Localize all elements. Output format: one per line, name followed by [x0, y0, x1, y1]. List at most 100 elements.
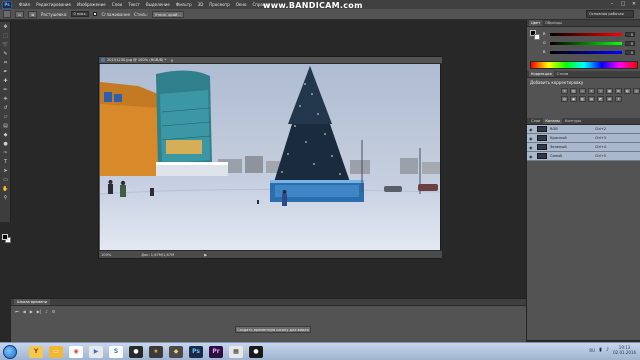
menu-3d[interactable]: 3D [195, 2, 207, 7]
blue-value[interactable]: 0 [625, 49, 635, 55]
close-icon[interactable]: ✕ [630, 1, 638, 7]
media-player-icon[interactable]: ● [129, 345, 143, 358]
eye-icon[interactable]: ◉ [529, 154, 534, 159]
shape-tool-icon[interactable]: ▭ [1, 176, 10, 184]
menu-layers[interactable]: Слои [109, 2, 125, 7]
tool-preset-icon[interactable] [3, 10, 11, 18]
yandex-icon[interactable]: Y [29, 345, 43, 358]
eye-icon[interactable]: ◉ [529, 145, 534, 150]
image-canvas[interactable] [100, 64, 440, 252]
selection-mode-add[interactable]: ⧉ [28, 10, 37, 18]
menu-text[interactable]: Текст [125, 2, 143, 7]
red-slider[interactable] [550, 32, 622, 36]
dodge-tool-icon[interactable]: ● [1, 140, 10, 148]
settings-icon[interactable]: ⚙ [52, 309, 56, 314]
gradient-tool-icon[interactable]: ▤ [1, 122, 10, 130]
eyedropper-tool-icon[interactable]: ✒ [1, 68, 10, 76]
invert-icon[interactable]: ◧ [579, 96, 586, 102]
chrome-icon[interactable]: ◉ [69, 345, 83, 358]
levels-icon[interactable]: ▥ [570, 88, 577, 94]
brightness-icon[interactable]: ☀ [561, 88, 568, 94]
green-slider[interactable] [550, 41, 622, 45]
gradient-map-icon[interactable]: ▬ [606, 96, 613, 102]
hue-saturation-icon[interactable]: ▦ [606, 88, 613, 94]
posterize-icon[interactable]: ▤ [588, 96, 595, 102]
explorer-icon[interactable]: ▭ [49, 345, 63, 358]
language-indicator[interactable]: RU [589, 348, 595, 353]
tab-color[interactable]: Цвет [529, 20, 543, 26]
stamp-tool-icon[interactable]: ⎈ [1, 95, 10, 103]
green-value[interactable]: 0 [625, 40, 635, 46]
channel-mixer-icon[interactable]: ◍ [561, 96, 568, 102]
feather-input[interactable]: 0 пикс. [71, 11, 90, 17]
brush-tool-icon[interactable]: ✏ [1, 86, 10, 94]
lasso-tool-icon[interactable]: ➰ [1, 41, 10, 49]
tab-paths[interactable]: Контуры [563, 118, 583, 124]
type-tool-icon[interactable]: T [1, 158, 10, 166]
zoom-level[interactable]: 100% [101, 253, 111, 257]
move-tool-icon[interactable]: ✥ [1, 23, 10, 31]
network-icon[interactable]: ▮ [599, 347, 602, 353]
black-white-icon[interactable]: ◐ [624, 88, 631, 94]
volume-icon[interactable]: ♪ [606, 347, 609, 353]
tab-layers[interactable]: Слои [529, 118, 542, 124]
bandicam-icon[interactable]: ● [249, 345, 263, 358]
eye-icon[interactable]: ◉ [529, 136, 534, 141]
app-icon[interactable]: ▦ [229, 345, 243, 358]
menu-filter[interactable]: Фильтр [173, 2, 195, 7]
selective-color-icon[interactable]: ✦ [615, 96, 622, 102]
eye-icon[interactable]: ◉ [529, 127, 534, 132]
quick-select-tool-icon[interactable]: ✎ [1, 50, 10, 58]
tab-styles[interactable]: Стили [555, 71, 571, 77]
selection-mode-new[interactable]: ▭ [15, 10, 25, 18]
status-arrow-icon[interactable]: ▶ [204, 253, 207, 257]
tab-timeline[interactable]: Шкала времени [14, 299, 51, 305]
tab-channels[interactable]: Каналы [543, 118, 562, 124]
go-first-frame-icon[interactable]: ⏮ [15, 309, 19, 314]
tab-adjustments[interactable]: Коррекция [529, 71, 554, 77]
blue-slider[interactable] [550, 50, 622, 54]
menu-edit[interactable]: Редактирование [33, 2, 74, 7]
close-document-icon[interactable]: × [170, 58, 173, 63]
hand-tool-icon[interactable]: ✋ [1, 185, 10, 193]
panel-background-swatch[interactable] [534, 34, 540, 40]
audio-icon[interactable]: ♪ [45, 309, 48, 314]
antialias-checkbox[interactable] [93, 12, 98, 16]
color-spectrum[interactable] [530, 61, 638, 69]
next-frame-icon[interactable]: ▶| [37, 309, 41, 314]
exposure-icon[interactable]: ± [588, 88, 595, 94]
crop-tool-icon[interactable]: ⌗ [1, 59, 10, 67]
curves-icon[interactable]: ∿ [579, 88, 586, 94]
play-icon[interactable]: ▶ [30, 309, 33, 314]
refine-edge-button[interactable]: Уточн. край... [152, 10, 184, 18]
menu-select[interactable]: Выделение [143, 2, 173, 7]
premiere-icon[interactable]: Pr [209, 345, 223, 358]
media-icon[interactable]: ▶ [89, 345, 103, 358]
start-button[interactable] [3, 344, 17, 359]
threshold-icon[interactable]: ◩ [597, 96, 604, 102]
blur-tool-icon[interactable]: ◆ [1, 131, 10, 139]
eraser-tool-icon[interactable]: ▱ [1, 113, 10, 121]
channel-row[interactable]: ◉ RGB Ctrl+2 [527, 125, 640, 134]
channel-row[interactable]: ◉ Синий Ctrl+5 [527, 152, 640, 161]
menu-image[interactable]: Изображение [74, 2, 109, 7]
color-balance-icon[interactable]: ⚖ [615, 88, 622, 94]
clock[interactable]: 19:13 02.01.2016 [613, 345, 636, 355]
game-icon[interactable]: ◆ [169, 345, 183, 358]
tab-swatches[interactable]: Образцы [543, 20, 564, 26]
red-value[interactable]: 0 [625, 31, 635, 37]
workspace-select[interactable]: Основная рабочая среда [586, 10, 634, 23]
maximize-icon[interactable]: □ [619, 1, 627, 7]
menu-file[interactable]: Файл [16, 2, 33, 7]
minimize-icon[interactable]: – [608, 1, 616, 7]
menu-window[interactable]: Окно [233, 2, 250, 7]
path-select-tool-icon[interactable]: ➤ [1, 167, 10, 175]
healing-tool-icon[interactable]: ✚ [1, 77, 10, 85]
foreground-color-swatch[interactable] [2, 234, 8, 240]
marquee-tool-icon[interactable]: ⬚ [1, 32, 10, 40]
color-lookup-icon[interactable]: ▣ [570, 96, 577, 102]
channel-row[interactable]: ◉ Красный Ctrl+3 [527, 134, 640, 143]
vibrance-icon[interactable]: ▽ [597, 88, 604, 94]
channel-row[interactable]: ◉ Зеленый Ctrl+4 [527, 143, 640, 152]
photo-filter-icon[interactable]: ◎ [633, 88, 640, 94]
